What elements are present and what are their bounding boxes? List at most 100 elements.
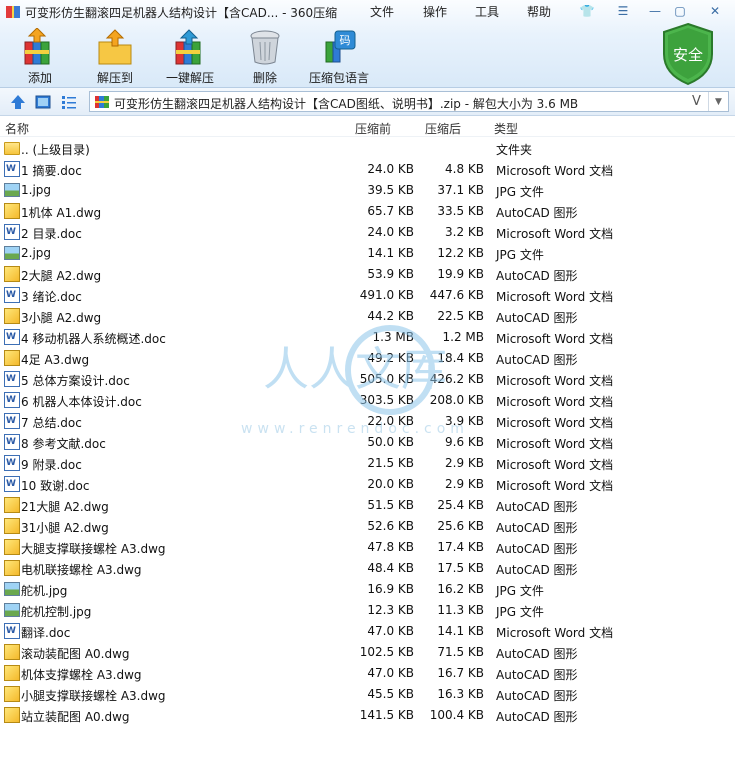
file-name: 4 移动机器人系统概述.doc (21, 332, 166, 346)
file-type: AutoCAD 图形 (496, 647, 578, 661)
close-icon: ✕ (709, 4, 721, 18)
file-name: 舵机.jpg (21, 584, 68, 598)
archive-language-button[interactable]: 码 压缩包语言 (307, 28, 371, 86)
file-type: AutoCAD 图形 (496, 500, 578, 514)
file-compressed-size: 16.3 KB (437, 687, 484, 701)
extract-to-button[interactable]: 解压到 (83, 28, 147, 86)
file-row[interactable]: 6 机器人本体设计.doc 303.5 KB 208.0 KB Microsoft W… (0, 390, 735, 411)
file-row[interactable]: 小腿支撑联接螺栓 A3.dwg 45.5 KB 16.3 KB AutoCAD 图形 (0, 684, 735, 705)
file-row[interactable]: 1机体 A1.dwg 65.7 KB 33.5 KB AutoCAD 图形 (0, 201, 735, 222)
file-row[interactable]: 9 附录.doc 21.5 KB 2.9 KB Microsoft Word 文档 (0, 453, 735, 474)
file-type: Microsoft Word 文档 (496, 332, 614, 346)
file-row[interactable]: 翻译.doc 47.0 KB 14.1 KB Microsoft Word 文档 (0, 621, 735, 642)
options-button[interactable]: ☰ (612, 2, 634, 20)
file-row[interactable]: 3 绪论.doc 491.0 KB 447.6 KB Microsoft Word 文… (0, 285, 735, 306)
file-row[interactable]: 滚动装配图 A0.dwg 102.5 KB 71.5 KB AutoCAD 图形 (0, 642, 735, 663)
file-compressed-size: 208.0 KB (429, 393, 484, 407)
file-row[interactable]: 10 致谢.doc 20.0 KB 2.9 KB Microsoft Word 文档 (0, 474, 735, 495)
file-name: 站立装配图 A0.dwg (21, 710, 130, 724)
file-type: Microsoft Word 文档 (496, 290, 614, 304)
menu-operation[interactable]: 操作 (423, 3, 447, 20)
security-shield-icon[interactable]: 安全 (660, 22, 716, 86)
file-type: Microsoft Word 文档 (496, 437, 614, 451)
file-name: 滚动装配图 A0.dwg (21, 647, 130, 661)
file-size: 491.0 KB (359, 288, 414, 302)
file-type: JPG 文件 (496, 248, 544, 262)
file-compressed-size: 1.2 MB (442, 330, 484, 344)
file-type: Microsoft Word 文档 (496, 374, 614, 388)
file-name: 10 致谢.doc (21, 479, 90, 493)
one-click-extract-button[interactable]: 一键解压 (158, 28, 222, 86)
file-row[interactable]: 3小腿 A2.dwg 44.2 KB 22.5 KB AutoCAD 图形 (0, 306, 735, 327)
word-document-icon (4, 455, 20, 471)
close-button[interactable]: ✕ (700, 2, 730, 20)
file-compressed-size: 447.6 KB (429, 288, 484, 302)
path-dropdown-button[interactable]: ▼ (708, 92, 728, 111)
file-row[interactable]: 4 移动机器人系统概述.doc 1.3 MB 1.2 MB Microsoft Wor… (0, 327, 735, 348)
file-size: 53.9 KB (367, 267, 414, 281)
file-row[interactable]: 2 目录.doc 24.0 KB 3.2 KB Microsoft Word 文档 (0, 222, 735, 243)
skin-button[interactable]: 👕 (576, 2, 598, 20)
shirt-icon: 👕 (579, 4, 595, 18)
column-compressed[interactable]: 压缩后 (425, 120, 461, 137)
file-row[interactable]: .. (上级目录) 文件夹 (0, 138, 735, 159)
file-name: 1机体 A1.dwg (21, 206, 102, 220)
file-size: 49.2 KB (367, 351, 414, 365)
column-name[interactable]: 名称 (5, 120, 29, 137)
path-text: 可变形仿生翻滚四足机器人结构设计【含CAD图纸、说明书】.zip - 解包大小为… (114, 97, 579, 111)
minimize-icon: — (649, 4, 661, 18)
svg-text:码: 码 (340, 34, 351, 47)
autocad-file-icon (4, 518, 20, 534)
file-compressed-size: 71.5 KB (437, 645, 484, 659)
large-icons-view-icon[interactable] (35, 94, 51, 110)
file-row[interactable]: 1 摘要.doc 24.0 KB 4.8 KB Microsoft Word 文档 (0, 159, 735, 180)
menu-tools[interactable]: 工具 (475, 3, 499, 20)
file-row[interactable]: 大腿支撑联接螺栓 A3.dwg 47.8 KB 17.4 KB AutoCAD 图形 (0, 537, 735, 558)
file-row[interactable]: 舵机.jpg 16.9 KB 16.2 KB JPG 文件 (0, 579, 735, 600)
file-compressed-size: 3.9 KB (445, 414, 484, 428)
file-type: JPG 文件 (496, 605, 544, 619)
file-compressed-size: 16.2 KB (437, 582, 484, 596)
maximize-button[interactable]: ▢ (669, 2, 691, 20)
file-name: 机体支撑螺栓 A3.dwg (21, 668, 142, 682)
file-row[interactable]: 站立装配图 A0.dwg 141.5 KB 100.4 KB AutoCAD 图形 (0, 705, 735, 726)
up-arrow-icon[interactable] (10, 94, 26, 110)
file-row[interactable]: 21大腿 A2.dwg 51.5 KB 25.4 KB AutoCAD 图形 (0, 495, 735, 516)
file-row[interactable]: 电机联接螺栓 A3.dwg 48.4 KB 17.5 KB AutoCAD 图形 (0, 558, 735, 579)
file-compressed-size: 3.2 KB (445, 225, 484, 239)
file-size: 65.7 KB (367, 204, 414, 218)
file-row[interactable]: 4足 A3.dwg 49.2 KB 18.4 KB AutoCAD 图形 (0, 348, 735, 369)
file-row[interactable]: 31小腿 A2.dwg 52.6 KB 25.6 KB AutoCAD 图形 (0, 516, 735, 537)
file-compressed-size: 2.9 KB (445, 477, 484, 491)
file-size: 50.0 KB (367, 435, 414, 449)
file-type: AutoCAD 图形 (496, 542, 578, 556)
menu-file[interactable]: 文件 (370, 3, 394, 20)
file-row[interactable]: 机体支撑螺栓 A3.dwg 47.0 KB 16.7 KB AutoCAD 图形 (0, 663, 735, 684)
file-row[interactable]: 7 总结.doc 22.0 KB 3.9 KB Microsoft Word 文档 (0, 411, 735, 432)
file-name: 6 机器人本体设计.doc (21, 395, 142, 409)
file-row[interactable]: 舵机控制.jpg 12.3 KB 11.3 KB JPG 文件 (0, 600, 735, 621)
file-name: 电机联接螺栓 A3.dwg (21, 563, 142, 577)
path-v-mark: V (692, 94, 701, 109)
delete-button[interactable]: 删除 (233, 28, 297, 86)
autocad-file-icon (4, 539, 20, 555)
add-button[interactable]: 添加 (8, 28, 72, 86)
file-row[interactable]: 2.jpg 14.1 KB 12.2 KB JPG 文件 (0, 243, 735, 264)
file-row[interactable]: 5 总体方案设计.doc 505.0 KB 426.2 KB Microsoft Wo… (0, 369, 735, 390)
column-size[interactable]: 压缩前 (355, 120, 391, 137)
file-row[interactable]: 1.jpg 39.5 KB 37.1 KB JPG 文件 (0, 180, 735, 201)
zip-archive-icon (95, 96, 109, 108)
details-view-icon[interactable] (61, 94, 77, 110)
minimize-button[interactable]: — (644, 2, 666, 20)
autocad-file-icon (4, 686, 20, 702)
file-name: 3小腿 A2.dwg (21, 311, 102, 325)
file-compressed-size: 12.2 KB (437, 246, 484, 260)
file-size: 102.5 KB (359, 645, 414, 659)
path-field[interactable]: 可变形仿生翻滚四足机器人结构设计【含CAD图纸、说明书】.zip - 解包大小为… (89, 91, 729, 112)
file-row[interactable]: 8 参考文献.doc 50.0 KB 9.6 KB Microsoft Word 文档 (0, 432, 735, 453)
file-row[interactable]: 2大腿 A2.dwg 53.9 KB 19.9 KB AutoCAD 图形 (0, 264, 735, 285)
file-name: 1 摘要.doc (21, 164, 82, 178)
column-type[interactable]: 类型 (494, 120, 518, 137)
menu-help[interactable]: 帮助 (527, 3, 551, 20)
file-name: 2.jpg (21, 246, 52, 260)
